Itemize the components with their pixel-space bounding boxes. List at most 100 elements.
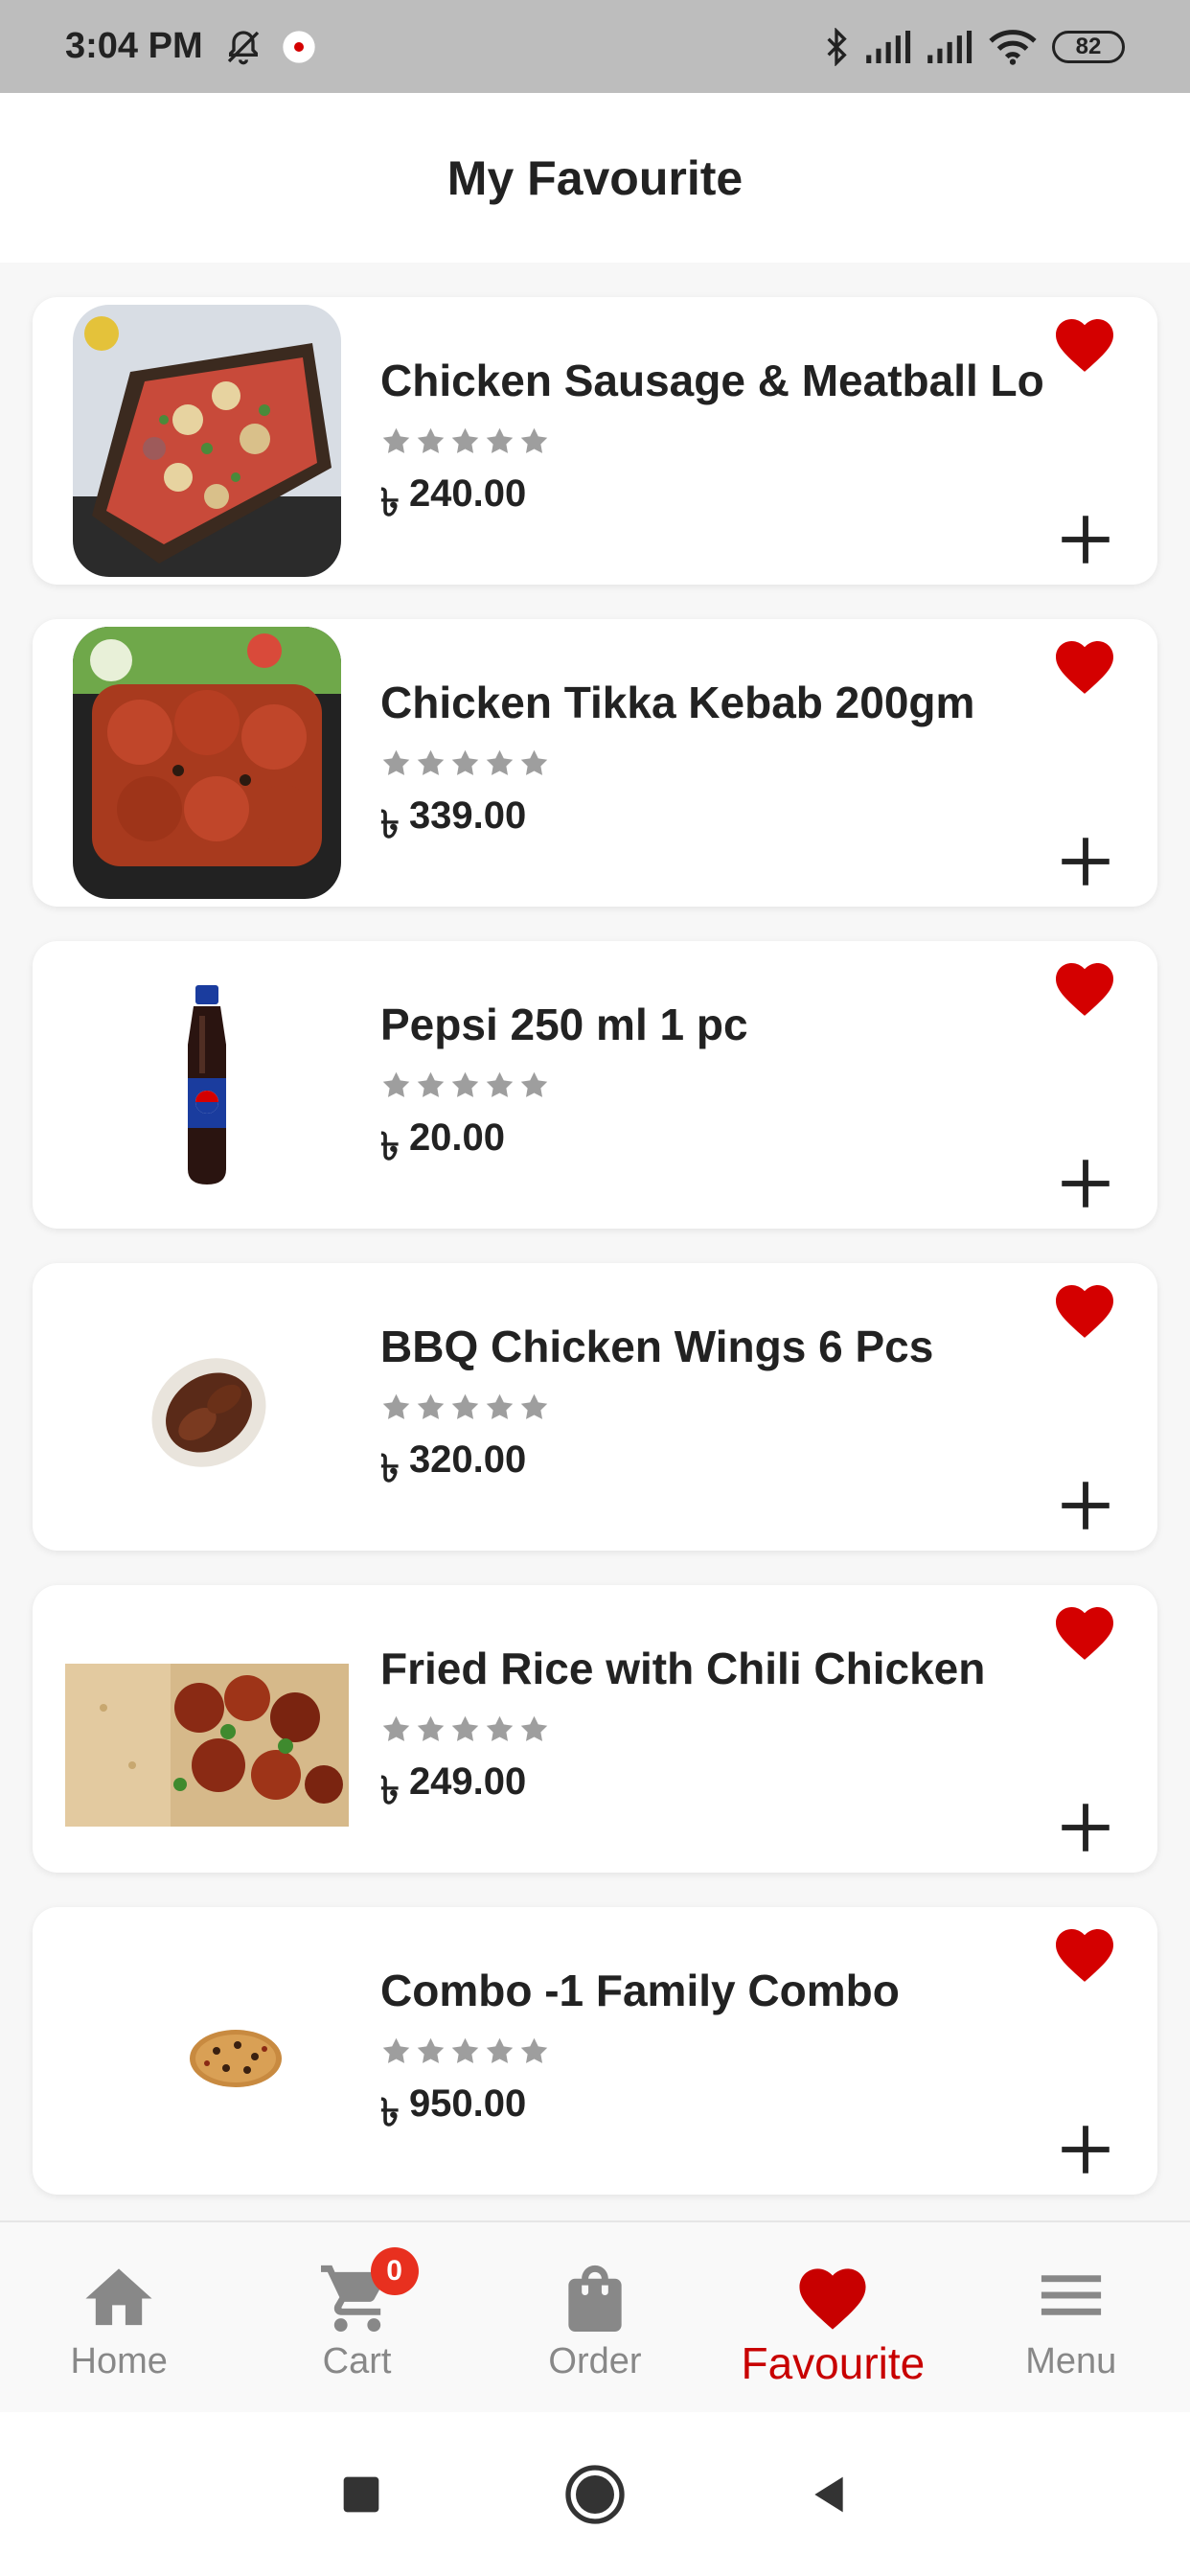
favourite-item[interactable]: Fried Rice with Chili Chicken ৳ 249.00 <box>33 1585 1157 1873</box>
star-icon <box>520 749 548 775</box>
nav-home[interactable]: Home <box>0 2222 238 2414</box>
nav-order[interactable]: Order <box>476 2222 714 2414</box>
favourite-item[interactable]: Pepsi 250 ml 1 pc ৳ 20.00 <box>33 941 1157 1229</box>
shopping-bag-icon <box>568 2265 622 2332</box>
favourite-heart-icon[interactable] <box>1050 1276 1119 1340</box>
star-icon <box>451 427 479 453</box>
nav-cart-label: Cart <box>322 2341 392 2381</box>
heart-icon <box>799 2268 866 2330</box>
item-name: Fried Rice with Chili Chicken <box>380 1644 986 1693</box>
signal-icon <box>866 30 911 63</box>
star-icon <box>417 1715 445 1741</box>
favourite-item[interactable]: BBQ Chicken Wings 6 Pcs ৳ 320.00 <box>33 1263 1157 1551</box>
currency-symbol: ৳ <box>380 804 400 846</box>
price-value: 20.00 <box>408 1116 506 1159</box>
star-icon <box>520 427 548 453</box>
add-to-cart-icon[interactable] <box>1060 1802 1111 1853</box>
add-to-cart-icon[interactable] <box>1060 514 1111 565</box>
currency-symbol: ৳ <box>380 1126 400 1168</box>
add-to-cart-icon[interactable] <box>1060 836 1111 887</box>
favourite-heart-icon[interactable] <box>1050 310 1119 374</box>
add-to-cart-icon[interactable] <box>1060 1158 1111 1209</box>
nav-cart[interactable]: 0 Cart <box>239 2222 476 2414</box>
star-icon <box>486 749 514 775</box>
price-value: 240.00 <box>408 472 527 515</box>
star-icon <box>417 2037 445 2063</box>
favourite-item[interactable]: Chicken Tikka Kebab 200gm ৳ 339.00 <box>33 619 1157 907</box>
tikka-kebab-photo <box>73 627 341 899</box>
nav-home-label: Home <box>70 2341 168 2381</box>
star-icon <box>486 1393 514 1419</box>
bottom-navigation: Home 0 Cart Order Favourite Menu <box>0 2220 1190 2414</box>
home-button-icon[interactable] <box>564 2464 626 2525</box>
rating-stars <box>380 1070 550 1101</box>
item-name: Chicken Sausage & Meatball Lo <box>380 356 1044 405</box>
star-icon <box>382 1071 410 1097</box>
cart-count-badge: 0 <box>370 2247 419 2295</box>
rating-stars <box>380 748 550 779</box>
favourite-heart-icon[interactable] <box>1050 1598 1119 1662</box>
fried-rice-photo <box>65 1593 349 1865</box>
price-value: 320.00 <box>408 1438 527 1481</box>
add-to-cart-icon[interactable] <box>1060 2124 1111 2175</box>
star-icon <box>486 1715 514 1741</box>
star-icon <box>382 1715 410 1741</box>
favourite-item[interactable]: Combo -1 Family Combo ৳ 950.00 <box>33 1907 1157 2195</box>
rating-stars <box>380 2036 550 2067</box>
system-navigation-bar <box>0 2412 1190 2576</box>
star-icon <box>451 1715 479 1741</box>
nav-favourite-label: Favourite <box>741 2338 926 2388</box>
status-time: 3:04 PM <box>65 26 203 66</box>
star-icon <box>451 2037 479 2063</box>
star-icon <box>520 1715 548 1741</box>
nav-menu[interactable]: Menu <box>952 2222 1190 2414</box>
star-icon <box>417 1393 445 1419</box>
star-icon <box>486 427 514 453</box>
currency-symbol: ৳ <box>380 482 400 524</box>
favourite-list: Chicken Sausage & Meatball Lo ৳ 240.00 C… <box>33 297 1157 2229</box>
star-icon <box>417 427 445 453</box>
favourite-heart-icon[interactable] <box>1050 632 1119 696</box>
app-notification-icon <box>282 30 315 63</box>
star-icon <box>417 1071 445 1097</box>
favourite-heart-icon[interactable] <box>1050 954 1119 1018</box>
currency-symbol: ৳ <box>380 2092 400 2134</box>
battery-level: 82 <box>1075 33 1102 59</box>
price-value: 249.00 <box>408 1760 527 1803</box>
item-price: ৳ 320.00 <box>380 1438 526 1503</box>
bell-off-icon <box>227 30 259 64</box>
nav-menu-label: Menu <box>1025 2341 1117 2381</box>
favourite-item[interactable]: Chicken Sausage & Meatball Lo ৳ 240.00 <box>33 297 1157 585</box>
star-icon <box>520 1071 548 1097</box>
star-icon <box>451 749 479 775</box>
add-to-cart-icon[interactable] <box>1060 1480 1111 1531</box>
item-price: ৳ 240.00 <box>380 472 526 537</box>
family-combo-photo <box>73 1915 341 2187</box>
bbq-wings-photo <box>73 1271 341 1543</box>
item-price: ৳ 20.00 <box>380 1116 505 1181</box>
currency-symbol: ৳ <box>380 1448 400 1490</box>
item-name: Chicken Tikka Kebab 200gm <box>380 678 975 727</box>
home-icon <box>85 2268 152 2326</box>
rating-stars <box>380 1392 550 1423</box>
rating-stars <box>380 426 550 457</box>
nav-favourite[interactable]: Favourite <box>714 2222 951 2414</box>
wifi-icon <box>989 29 1037 65</box>
rating-stars <box>380 1714 550 1745</box>
star-icon <box>520 2037 548 2063</box>
recent-apps-icon[interactable] <box>340 2473 382 2516</box>
star-icon <box>382 749 410 775</box>
menu-icon <box>1041 2275 1101 2315</box>
price-value: 339.00 <box>408 794 527 837</box>
pepsi-bottle-photo <box>73 949 341 1221</box>
item-price: ৳ 950.00 <box>380 2082 526 2147</box>
back-icon[interactable] <box>808 2473 850 2516</box>
star-icon <box>382 2037 410 2063</box>
sausage-meatball-photo <box>73 305 341 577</box>
price-value: 950.00 <box>408 2082 527 2125</box>
favourite-heart-icon[interactable] <box>1050 1920 1119 1984</box>
item-price: ৳ 339.00 <box>380 794 526 859</box>
item-name: Combo -1 Family Combo <box>380 1966 900 2015</box>
star-icon <box>486 1071 514 1097</box>
star-icon <box>451 1393 479 1419</box>
